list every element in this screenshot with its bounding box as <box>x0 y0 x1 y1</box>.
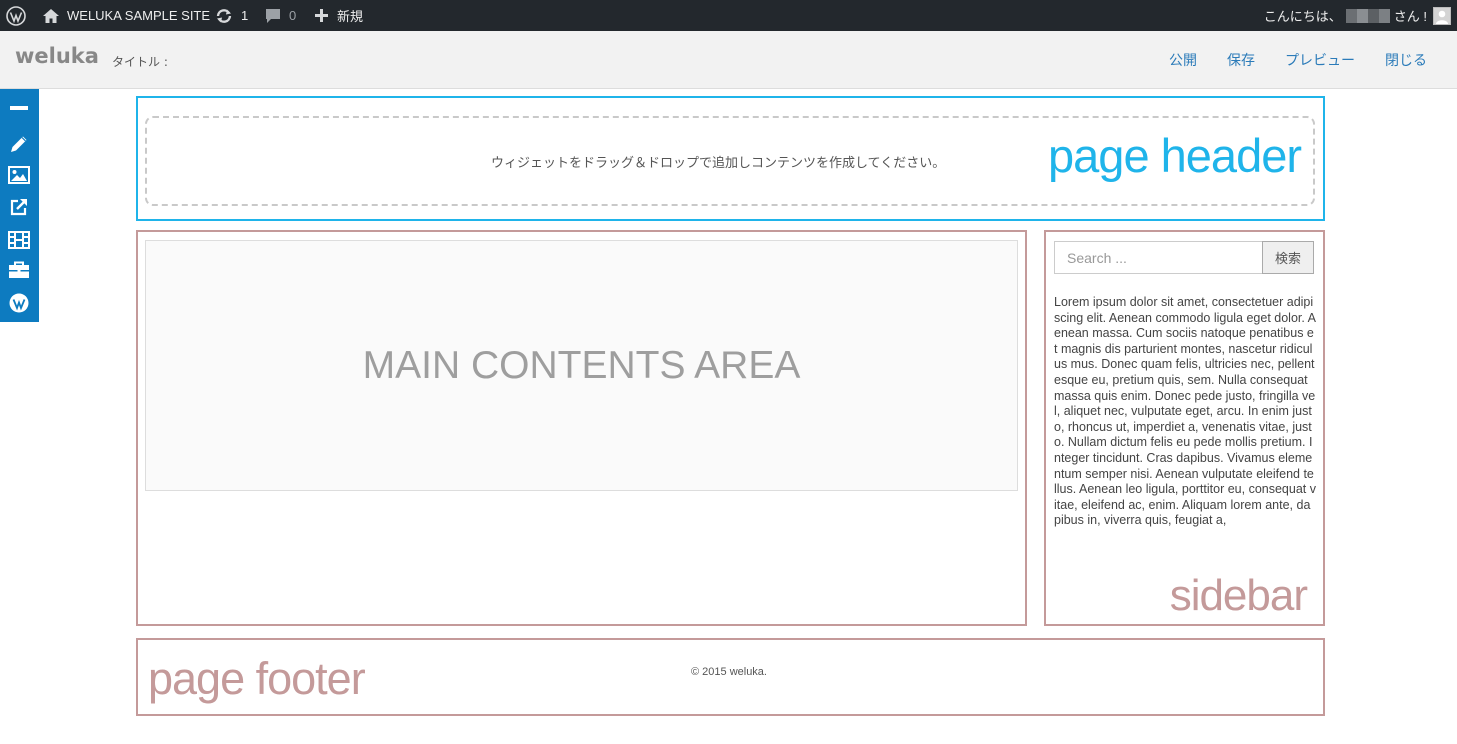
briefcase-icon[interactable] <box>8 259 30 281</box>
greeting-suffix: さん ! <box>1393 9 1427 24</box>
save-button[interactable]: 保存 <box>1227 50 1255 70</box>
site-name: WELUKA SAMPLE SITE <box>67 8 211 23</box>
updates-count: 1 <box>241 8 249 23</box>
username-blurred <box>1345 8 1390 23</box>
updates-link[interactable]: 1 <box>215 0 248 31</box>
avatar <box>1433 6 1451 25</box>
page-header-label: page header <box>1048 129 1302 182</box>
pencil-icon[interactable] <box>8 133 30 155</box>
dropzone-message: ウィジェットをドラッグ＆ドロップで追加しコンテンツを作成してください。 <box>491 156 946 171</box>
greeting-prefix: こんにちは、 <box>1263 9 1342 24</box>
site-name-link[interactable]: WELUKA SAMPLE SITE <box>42 0 210 31</box>
page-header-region[interactable]: ウィジェットをドラッグ＆ドロップで追加しコンテンツを作成してください。 page… <box>136 96 1325 221</box>
external-link-icon[interactable] <box>8 196 30 218</box>
admin-bar: WELUKA SAMPLE SITE 1 0 新規 こんにちは、 さん ! <box>0 0 1457 31</box>
page-footer-region[interactable]: page footer © 2015 weluka. <box>136 638 1325 716</box>
my-account-link[interactable]: こんにちは、 さん ! <box>1264 0 1451 31</box>
publish-button[interactable]: 公開 <box>1169 50 1197 70</box>
main-contents-label: MAIN CONTENTS AREA <box>362 344 801 387</box>
main-contents-area[interactable]: MAIN CONTENTS AREA <box>145 240 1018 491</box>
home-icon <box>43 8 59 23</box>
comment-icon <box>266 8 280 23</box>
wordpress-logo-icon[interactable] <box>6 0 26 31</box>
close-button[interactable]: 閉じる <box>1385 50 1427 70</box>
search-button[interactable]: 検索 <box>1262 241 1314 274</box>
widget-toolbar <box>0 89 39 322</box>
sidebar-region[interactable]: 検索 Lorem ipsum dolor sit amet, consectet… <box>1044 230 1325 626</box>
title-label: タイトル : <box>112 55 168 69</box>
weluka-logo: weluka <box>15 44 99 68</box>
main-contents-region[interactable]: MAIN CONTENTS AREA <box>136 230 1027 626</box>
copyright-text: © 2015 weluka. <box>691 666 767 678</box>
new-label: 新規 <box>337 9 364 24</box>
title-input[interactable] <box>178 47 558 73</box>
minus-icon[interactable] <box>8 97 30 119</box>
editor-actions: 公開 保存 プレビュー 閉じる <box>1169 31 1457 89</box>
plus-icon <box>315 9 328 22</box>
search-input[interactable] <box>1054 241 1263 274</box>
editor-header: weluka タイトル : 公開 保存 プレビュー 閉じる <box>0 31 1457 89</box>
comments-link[interactable]: 0 <box>265 0 296 31</box>
comments-count: 0 <box>289 8 297 23</box>
user-icon <box>1436 10 1448 24</box>
sidebar-text: Lorem ipsum dolor sit amet, consectetuer… <box>1054 295 1316 528</box>
sidebar-label: sidebar <box>1169 571 1308 620</box>
refresh-icon <box>216 8 232 23</box>
preview-button[interactable]: プレビュー <box>1285 50 1355 70</box>
image-icon[interactable] <box>8 164 30 186</box>
new-content-link[interactable]: 新規 <box>315 0 363 31</box>
film-icon[interactable] <box>8 229 30 251</box>
page-footer-label: page footer <box>148 653 366 704</box>
wordpress-icon[interactable] <box>8 292 30 314</box>
